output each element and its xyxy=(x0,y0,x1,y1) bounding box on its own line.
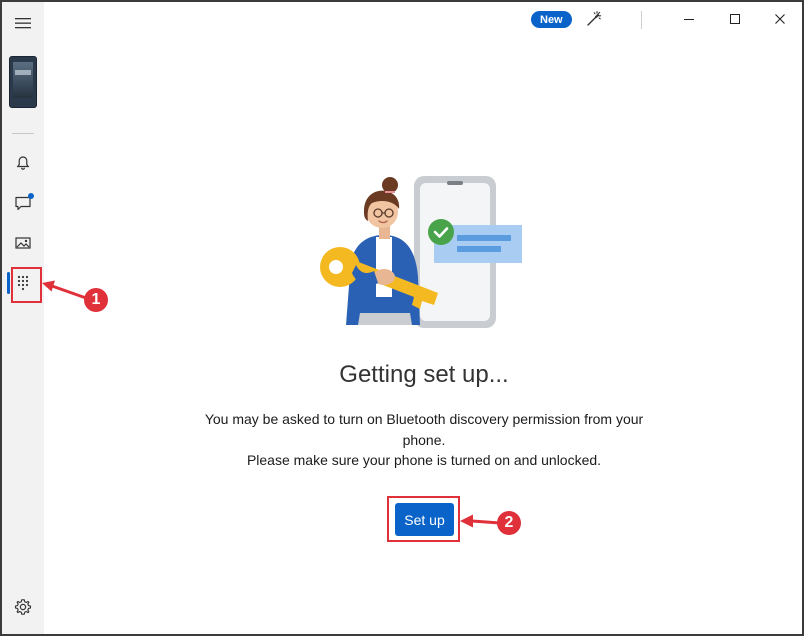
sidebar xyxy=(2,2,44,634)
callout-badge-1: 1 xyxy=(84,288,108,312)
phone-thumbnail-screen xyxy=(13,62,33,98)
sidebar-item-photos[interactable] xyxy=(8,228,38,258)
gear-icon xyxy=(14,599,32,615)
callout-badge-2: 2 xyxy=(497,511,521,535)
sidebar-item-settings[interactable] xyxy=(8,592,38,622)
magic-wand-icon xyxy=(587,10,602,26)
bell-icon xyxy=(16,156,30,170)
close-button[interactable] xyxy=(765,5,795,33)
unread-dot xyxy=(28,193,34,199)
sidebar-divider xyxy=(12,133,34,134)
maximize-button[interactable] xyxy=(720,5,750,33)
arrow-icon xyxy=(460,514,502,528)
close-icon xyxy=(775,14,785,24)
magic-wand-button[interactable] xyxy=(584,8,604,30)
sidebar-item-notifications[interactable] xyxy=(8,148,38,178)
title-bar: New xyxy=(44,2,802,38)
app-window: New Getting set up... You may be asked t… xyxy=(0,0,804,636)
description-line-2: Please make sure your phone is turned on… xyxy=(246,452,602,468)
minimize-icon xyxy=(684,19,694,20)
description-line-1: You may be asked to turn on Bluetooth di… xyxy=(204,411,644,448)
page-title: Getting set up... xyxy=(339,361,509,388)
hamburger-icon xyxy=(15,18,31,29)
main-content: Getting set up... You may be asked to tu… xyxy=(44,38,802,634)
titlebar-separator xyxy=(641,11,642,29)
phone-thumbnail[interactable] xyxy=(9,56,37,108)
image-icon xyxy=(15,237,31,249)
minimize-button[interactable] xyxy=(674,5,704,33)
highlight-box-setup xyxy=(387,496,460,542)
setup-description: You may be asked to turn on Bluetooth di… xyxy=(184,409,664,471)
arrow-icon xyxy=(42,280,88,300)
maximize-icon xyxy=(730,14,740,24)
new-badge[interactable]: New xyxy=(531,11,572,28)
setup-illustration xyxy=(320,176,522,328)
sidebar-item-messages[interactable] xyxy=(8,188,38,218)
hamburger-menu-button[interactable] xyxy=(8,8,38,38)
highlight-box-apps xyxy=(11,267,42,303)
